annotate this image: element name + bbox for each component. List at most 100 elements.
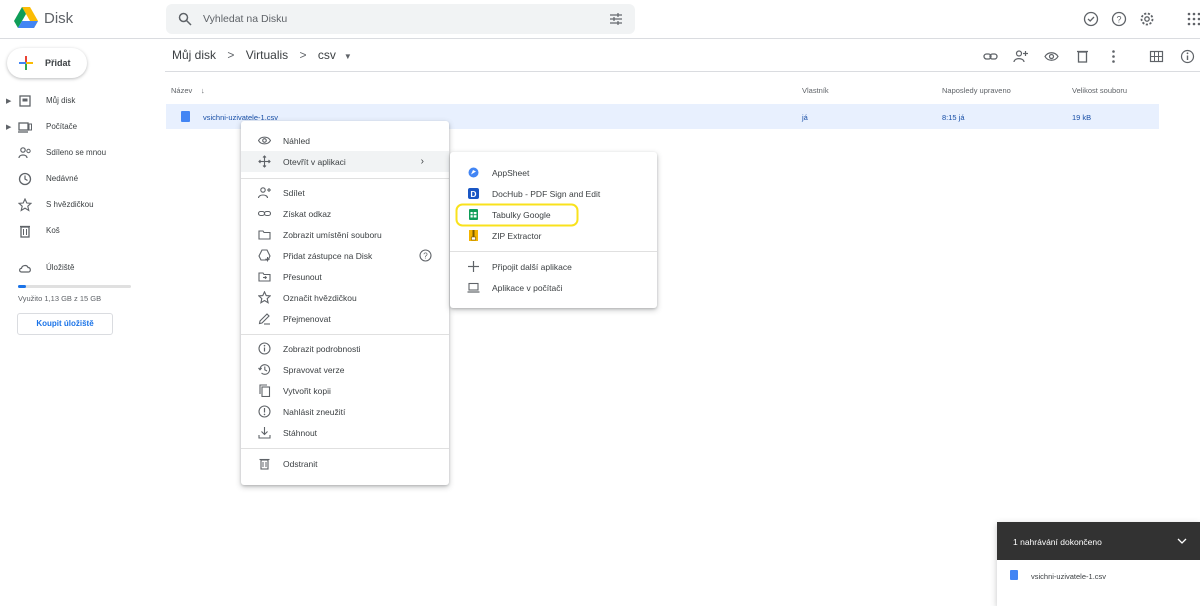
menu-item-label: DocHub - PDF Sign and Edit xyxy=(492,189,601,199)
search-icon[interactable] xyxy=(178,12,192,26)
trash-icon xyxy=(259,458,270,470)
menu-item-label: Sdílet xyxy=(283,188,305,198)
menu-item-desktop-apps[interactable]: Aplikace v počítači xyxy=(450,277,657,298)
expand-arrow-icon[interactable]: ▶ xyxy=(6,97,11,105)
eye-icon xyxy=(258,136,271,145)
expand-arrow-icon[interactable]: ▶ xyxy=(6,123,11,131)
sidebar-item-my-drive[interactable]: ▶ Můj disk xyxy=(0,90,155,112)
apps-grid-icon[interactable] xyxy=(1186,11,1200,27)
info-icon[interactable] xyxy=(1180,49,1195,64)
svg-text:?: ? xyxy=(423,252,428,261)
chevron-down-icon[interactable] xyxy=(1176,535,1188,547)
menu-item-manage-versions[interactable]: Spravovat verze xyxy=(241,359,449,380)
plus-icon xyxy=(19,56,33,70)
dropdown-arrow-icon[interactable]: ▼ xyxy=(344,52,352,61)
sidebar-item-recent[interactable]: Nedávné xyxy=(0,168,155,190)
upload-panel-header[interactable]: 1 nahrávání dokončeno xyxy=(997,522,1200,560)
more-vert-icon[interactable] xyxy=(1106,49,1121,64)
preview-eye-icon[interactable] xyxy=(1044,49,1059,64)
menu-item-make-copy[interactable]: Vytvořit kopii xyxy=(241,380,449,401)
menu-item-label: Stáhnout xyxy=(283,428,318,438)
sidebar-item-starred[interactable]: S hvězdičkou xyxy=(0,194,155,216)
search-options-icon[interactable] xyxy=(609,12,623,26)
menu-item-open-with[interactable]: Otevřít v aplikaci › xyxy=(241,151,449,172)
menu-item-share[interactable]: Sdílet xyxy=(241,182,449,203)
appsheet-icon xyxy=(468,167,479,178)
menu-item-label: Nahlásit zneužití xyxy=(283,407,346,417)
sidebar-item-storage[interactable]: Úložiště xyxy=(0,257,155,279)
sort-arrow-icon[interactable]: ↓ xyxy=(201,86,205,95)
menu-item-appsheet[interactable]: AppSheet xyxy=(450,162,657,183)
sidebar-item-label: Nedávné xyxy=(46,174,79,183)
column-header-owner: Vlastník xyxy=(802,86,829,95)
sidebar-item-label: Počítače xyxy=(46,122,78,131)
plus-icon xyxy=(468,261,479,272)
chevron-right-icon: › xyxy=(420,156,424,167)
storage-progress-fill xyxy=(18,285,27,288)
menu-item-details[interactable]: Zobrazit podrobnosti xyxy=(241,338,449,359)
settings-gear-icon[interactable] xyxy=(1139,11,1155,27)
context-menu: Náhled Otevřít v aplikaci › Sdílet Získa… xyxy=(241,121,449,485)
link-icon[interactable] xyxy=(983,49,998,64)
add-shortcut-icon xyxy=(258,249,271,262)
breadcrumb-virtualis[interactable]: Virtualis xyxy=(246,48,288,62)
svg-text:?: ? xyxy=(1116,15,1121,25)
breadcrumb-csv[interactable]: csv xyxy=(318,48,336,62)
download-icon xyxy=(258,427,271,439)
menu-item-rename[interactable]: Přejmenovat xyxy=(241,308,449,329)
storage-progress-bar xyxy=(18,285,131,288)
menu-item-download[interactable]: Stáhnout xyxy=(241,422,449,443)
column-header-name[interactable]: Název xyxy=(171,86,192,95)
svg-text:D: D xyxy=(470,189,476,199)
menu-item-add-shortcut[interactable]: Přidat zástupce na Disk ? xyxy=(241,245,449,266)
menu-item-report-abuse[interactable]: Nahlásit zneužití xyxy=(241,401,449,422)
menu-item-label: Spravovat verze xyxy=(283,365,345,375)
csv-file-icon xyxy=(1010,570,1018,580)
new-button[interactable]: Přidat xyxy=(7,48,87,78)
menu-divider xyxy=(450,251,657,252)
menu-item-zip-extractor[interactable]: ZIP Extractor xyxy=(450,225,657,246)
drive-logo-icon[interactable] xyxy=(14,7,38,29)
sidebar-item-trash[interactable]: Koš xyxy=(0,220,155,242)
cloud-icon xyxy=(19,264,31,273)
search-bar[interactable]: Vyhledat na Disku xyxy=(166,4,635,34)
menu-item-preview[interactable]: Náhled xyxy=(241,130,449,151)
menu-item-connect-apps[interactable]: Připojit další aplikace xyxy=(450,256,657,277)
menu-divider xyxy=(241,448,449,449)
history-icon xyxy=(258,364,271,375)
search-input[interactable]: Vyhledat na Disku xyxy=(203,13,287,25)
offline-status-icon[interactable] xyxy=(1083,11,1099,27)
menu-item-show-location[interactable]: Zobrazit umístění souboru xyxy=(241,224,449,245)
menu-item-remove[interactable]: Odstranit xyxy=(241,453,449,474)
breadcrumb-my-drive[interactable]: Můj disk xyxy=(172,48,216,62)
menu-item-label: Aplikace v počítači xyxy=(492,283,563,293)
menu-item-dochub[interactable]: D DocHub - PDF Sign and Edit xyxy=(450,183,657,204)
open-with-submenu: AppSheet D DocHub - PDF Sign and Edit Ta… xyxy=(450,152,657,308)
sidebar-item-label: Úložiště xyxy=(46,263,75,272)
uploaded-file-name[interactable]: vsichni-uzivatele-1.csv xyxy=(1031,572,1106,581)
menu-item-label: Odstranit xyxy=(283,459,318,469)
buy-storage-button[interactable]: Koupit úložiště xyxy=(17,313,113,335)
column-header-size[interactable]: Velikost souboru xyxy=(1072,86,1127,95)
add-person-icon[interactable] xyxy=(1013,49,1028,64)
menu-item-label: Připojit další aplikace xyxy=(492,262,572,272)
sidebar-item-label: Sdíleno se mnou xyxy=(46,148,107,157)
grid-view-icon[interactable] xyxy=(1149,49,1164,64)
trash-icon[interactable] xyxy=(1075,49,1090,64)
menu-item-label: ZIP Extractor xyxy=(492,231,542,241)
menu-item-label: Otevřít v aplikaci xyxy=(283,157,346,167)
menu-item-get-link[interactable]: Získat odkaz xyxy=(241,203,449,224)
move-icon xyxy=(258,155,271,168)
app-name[interactable]: Disk xyxy=(44,10,73,27)
file-size: 19 kB xyxy=(1072,113,1092,122)
help-icon[interactable]: ? xyxy=(1111,11,1127,27)
column-header-modified[interactable]: Naposledy upraveno xyxy=(942,86,1011,95)
sidebar-item-shared[interactable]: Sdíleno se mnou xyxy=(0,142,155,164)
help-icon[interactable]: ? xyxy=(419,249,432,262)
shared-icon xyxy=(18,147,31,159)
sidebar-item-computers[interactable]: ▶ Počítače xyxy=(0,116,155,138)
menu-divider xyxy=(241,334,449,335)
menu-item-label: Vytvořit kopii xyxy=(283,386,331,396)
menu-item-move[interactable]: Přesunout xyxy=(241,266,449,287)
menu-item-star[interactable]: Označit hvězdičkou xyxy=(241,287,449,308)
